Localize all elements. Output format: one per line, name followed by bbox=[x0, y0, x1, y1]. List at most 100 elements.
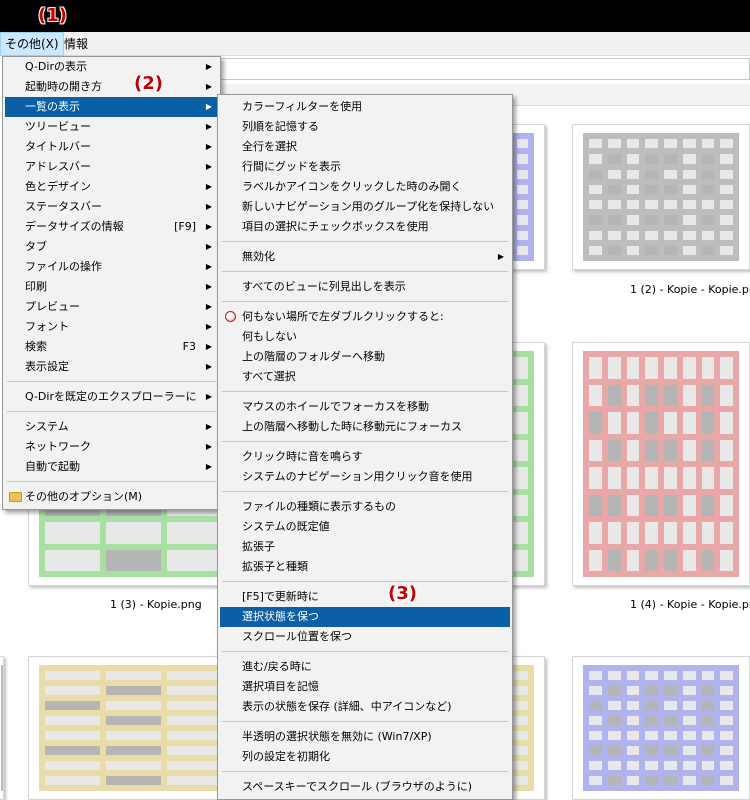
menu-item[interactable]: 拡張子 bbox=[220, 537, 510, 557]
menu-item[interactable]: スクロール位置を保つ bbox=[220, 627, 510, 647]
thumbnail-cell bbox=[45, 522, 101, 544]
menu-item[interactable]: 新しいナビゲーション用のグループ化を保持しない bbox=[220, 197, 510, 217]
thumbnail-cell bbox=[664, 731, 677, 740]
menu-item[interactable]: 印刷 ▶ bbox=[5, 277, 218, 297]
menu-item[interactable]: 起動時の開き方 ▶ bbox=[5, 77, 218, 97]
menu-item[interactable]: 表示設定 ▶ bbox=[5, 357, 218, 377]
thumbnail-cell bbox=[106, 746, 162, 755]
menu-item[interactable]: 行間にグッドを表示 bbox=[220, 157, 510, 177]
thumbnail-cell bbox=[664, 776, 677, 785]
thumbnail-cell bbox=[589, 154, 602, 164]
menu-item[interactable]: データサイズの情報 [F9] ▶ bbox=[5, 217, 218, 237]
thumbnail-cell bbox=[682, 671, 696, 680]
thumbnail-cell bbox=[701, 200, 715, 210]
thumbnail-cell bbox=[720, 776, 733, 785]
thumbnail-cell bbox=[589, 549, 602, 571]
menu-item[interactable]: 選択項目を記憶 bbox=[220, 677, 510, 697]
menu-item[interactable]: その他のオプション(M) bbox=[5, 487, 218, 507]
menu-item[interactable]: ネットワーク ▶ bbox=[5, 437, 218, 457]
menu-item[interactable]: フォント ▶ bbox=[5, 317, 218, 337]
menu-item[interactable]: 列の設定を初期化 bbox=[220, 747, 510, 767]
thumbnail-cell bbox=[701, 169, 715, 179]
menu-item[interactable]: マウスのホイールでフォーカスを移動 bbox=[220, 397, 510, 417]
thumbnail-cell bbox=[701, 230, 715, 240]
thumbnail-cell bbox=[106, 549, 162, 571]
menu-item[interactable]: 選択状態を保つ bbox=[220, 607, 510, 627]
menu-info[interactable]: 情報 bbox=[60, 32, 92, 56]
thumbnail-cell bbox=[626, 701, 640, 710]
thumbnail-cell bbox=[589, 467, 602, 489]
menu-item[interactable]: [F5]で更新時に bbox=[220, 587, 510, 607]
menu-item[interactable]: 何もしない bbox=[220, 327, 510, 347]
thumbnail-cell bbox=[607, 761, 621, 770]
menu-item[interactable]: スペースキーでスクロール (ブラウザのように) bbox=[220, 777, 510, 797]
menu-separator bbox=[222, 651, 508, 652]
thumbnail-cell bbox=[589, 494, 602, 516]
menu-item[interactable]: タブ ▶ bbox=[5, 237, 218, 257]
menu-item[interactable]: ラベルかアイコンをクリックした時のみ開く bbox=[220, 177, 510, 197]
menu-item[interactable]: 何もない場所で左ダブルクリックすると: bbox=[220, 307, 510, 327]
menu-item[interactable]: Q-Dirの表示 ▶ bbox=[5, 57, 218, 77]
menu-item[interactable]: すべてのビューに列見出しを表示 bbox=[220, 277, 510, 297]
menu-item[interactable]: ファイルの種類に表示するもの bbox=[220, 497, 510, 517]
thumbnail-gray-top[interactable] bbox=[572, 124, 750, 270]
thumbnail-cell bbox=[720, 200, 733, 210]
thumbnail-blue-bottom[interactable] bbox=[572, 656, 750, 800]
thumbnail-cell bbox=[607, 439, 621, 461]
menu-separator bbox=[222, 241, 508, 242]
menu-item[interactable]: 全行を選択 bbox=[220, 137, 510, 157]
thumbnail-cell bbox=[720, 169, 733, 179]
thumbnail-edge[interactable] bbox=[0, 656, 4, 800]
menu-item[interactable]: 上の階層へ移動した時に移動元にフォーカス bbox=[220, 417, 510, 437]
menu-item[interactable]: プレビュー ▶ bbox=[5, 297, 218, 317]
menu-item[interactable]: すべて選択 bbox=[220, 367, 510, 387]
thumbnail-cell bbox=[664, 139, 677, 149]
menu-item[interactable]: クリック時に音を鳴らす bbox=[220, 447, 510, 467]
menu-item[interactable]: 半透明の選択状態を無効に (Win7/XP) bbox=[220, 727, 510, 747]
menu-item[interactable]: タイトルバー ▶ bbox=[5, 137, 218, 157]
thumbnail-cell bbox=[607, 746, 621, 755]
thumbnail-cell bbox=[682, 549, 696, 571]
menu-item[interactable]: 項目の選択にチェックボックスを使用 bbox=[220, 217, 510, 237]
menu-item[interactable]: 無効化 ▶ bbox=[220, 247, 510, 267]
address-bar[interactable] bbox=[220, 58, 750, 80]
thumbnail-cell bbox=[682, 215, 696, 225]
menu-item-label: 表示の状態を保存 (詳細、中アイコンなど) bbox=[242, 700, 452, 713]
thumbnail-cell bbox=[45, 686, 101, 695]
menu-item[interactable]: Q-Dirを既定のエクスプローラーに ▶ bbox=[5, 387, 218, 407]
thumbnail-cell bbox=[664, 439, 677, 461]
thumbnail-cell bbox=[607, 776, 621, 785]
menu-item[interactable]: システムの既定値 bbox=[220, 517, 510, 537]
menu-item[interactable]: 色とデザイン ▶ bbox=[5, 177, 218, 197]
thumbnail-cell bbox=[45, 746, 101, 755]
menu-item-label: システムの既定値 bbox=[242, 520, 330, 533]
thumbnail-cell bbox=[626, 215, 640, 225]
menu-item[interactable]: 検索 F3 ▶ bbox=[5, 337, 218, 357]
menu-item[interactable]: ファイルの操作 ▶ bbox=[5, 257, 218, 277]
menu-item[interactable]: システムのナビゲーション用クリック音を使用 bbox=[220, 467, 510, 487]
menu-item[interactable]: 進む/戻る時に bbox=[220, 657, 510, 677]
thumbnail-cell bbox=[720, 357, 733, 379]
menu-item[interactable]: 表示の状態を保存 (詳細、中アイコンなど) bbox=[220, 697, 510, 717]
thumbnail-cell bbox=[516, 184, 528, 194]
menu-item[interactable]: 自動で起動 ▶ bbox=[5, 457, 218, 477]
thumbnail-red[interactable] bbox=[572, 342, 750, 586]
menu-item[interactable]: システム ▶ bbox=[5, 417, 218, 437]
menu-item[interactable]: アドレスバー ▶ bbox=[5, 157, 218, 177]
menu-item[interactable]: ステータスバー ▶ bbox=[5, 197, 218, 217]
menu-item[interactable]: 列順を記憶する bbox=[220, 117, 510, 137]
menu-item[interactable]: カラーフィルターを使用 bbox=[220, 97, 510, 117]
menu-other[interactable]: その他(X) bbox=[0, 32, 64, 56]
thumbnail-cell bbox=[645, 746, 658, 755]
menu-item[interactable]: 上の階層のフォルダーへ移動 bbox=[220, 347, 510, 367]
thumbnail-cell bbox=[607, 154, 621, 164]
menu-item-label: 新しいナビゲーション用のグループ化を保持しない bbox=[242, 200, 495, 213]
thumbnail-cell bbox=[645, 522, 658, 544]
menu-item[interactable]: 一覧の表示 ▶ bbox=[5, 97, 218, 117]
thumbnail-cell bbox=[167, 701, 223, 710]
thumbnail-caption: 1 (3) - Kopie.png bbox=[110, 598, 202, 611]
menu-item[interactable]: ツリービュー ▶ bbox=[5, 117, 218, 137]
menu-item[interactable]: 拡張子と種類 bbox=[220, 557, 510, 577]
menu-item-label: ステータスバー bbox=[25, 200, 102, 213]
thumbnail-cell bbox=[664, 671, 677, 680]
